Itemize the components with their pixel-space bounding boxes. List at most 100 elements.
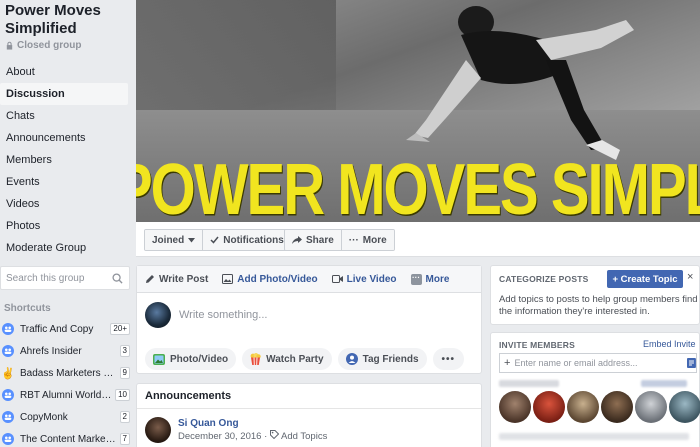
shortcut-item[interactable]: ✌ Badass Marketers & ... 9	[1, 362, 130, 384]
nav-item-videos[interactable]: Videos	[0, 193, 128, 215]
member-avatar[interactable]	[499, 391, 531, 423]
group-name[interactable]: Power Moves Simplified	[5, 2, 133, 38]
joined-label: Joined	[152, 234, 185, 246]
share-more-controls: Share ··· More	[284, 229, 395, 251]
add-topics-link[interactable]: Add Topics	[281, 431, 327, 442]
share-icon	[292, 236, 302, 244]
group-privacy: Closed group	[5, 40, 81, 51]
member-avatar[interactable]	[601, 391, 633, 423]
pencil-icon	[146, 275, 154, 283]
shortcut-label: RBT Alumni Worldw...	[20, 389, 113, 401]
author-avatar[interactable]	[145, 417, 171, 443]
photo-icon	[222, 274, 234, 284]
cover-photo[interactable]: POWER MOVES SIMPLIFIED	[136, 0, 700, 222]
post-header: Si Quan Ong December 30, 2016 · Add Topi…	[178, 417, 327, 443]
tag-friends-icon	[345, 353, 358, 365]
shortcut-item[interactable]: RBT Alumni Worldw... 10	[2, 384, 130, 406]
nav-item-chats[interactable]: Chats	[0, 105, 128, 127]
member-avatar[interactable]	[669, 391, 700, 423]
post-author[interactable]: Si Quan Ong	[178, 417, 327, 430]
group-nav: About Discussion Chats Announcements Mem…	[0, 61, 128, 259]
tab-add-photo-video-label: Add Photo/Video	[237, 273, 318, 285]
joined-button[interactable]: Joined	[145, 230, 203, 250]
shortcut-item[interactable]: CopyMonk 2	[2, 406, 130, 428]
close-icon[interactable]: ×	[687, 271, 693, 283]
invite-input-box: +	[499, 353, 697, 373]
member-avatar[interactable]	[533, 391, 565, 423]
tab-add-photo-video[interactable]: Add Photo/Video	[222, 273, 318, 285]
nav-item-events[interactable]: Events	[0, 171, 128, 193]
tab-live-video-label: Live Video	[346, 273, 397, 285]
group-search	[0, 266, 130, 290]
shortcut-badge: 2	[119, 411, 130, 423]
invite-members-card: INVITE MEMBERS Embed Invite +	[490, 332, 700, 447]
composer-actions: Photo/Video Watch Party Tag Friends •••	[145, 348, 465, 370]
tag-friends-button[interactable]: Tag Friends	[337, 348, 427, 370]
dancer-figure	[406, 6, 634, 160]
shortcuts-list: Traffic And Copy 20+ Ahrefs Insider 3 ✌ …	[1, 318, 130, 447]
more-actions-button[interactable]: •••	[432, 348, 465, 370]
more-button[interactable]: ··· More	[340, 230, 394, 250]
create-topic-button[interactable]: + Create Topic	[607, 270, 683, 288]
post-composer: Write Post Add Photo/Video Live Video ··…	[136, 265, 482, 374]
video-camera-icon	[331, 275, 343, 283]
member-avatar[interactable]	[567, 391, 599, 423]
tab-more[interactable]: ··· More	[410, 273, 449, 285]
members-count-blurred	[499, 380, 559, 387]
shortcut-badge: 3	[119, 345, 130, 357]
composer-body	[137, 293, 481, 337]
nav-item-moderate-group[interactable]: Moderate Group	[0, 237, 128, 259]
shortcut-label: Badass Marketers & ...	[20, 367, 117, 379]
composer-tabs: Write Post Add Photo/Video Live Video ··…	[137, 266, 481, 293]
tag-friends-label: Tag Friends	[362, 353, 419, 365]
membership-controls: Joined Notifications	[144, 229, 292, 251]
plus-icon: +	[504, 357, 511, 369]
watch-party-button[interactable]: Watch Party	[242, 348, 332, 370]
nav-item-about[interactable]: About	[0, 61, 128, 83]
group-icon	[2, 389, 14, 401]
tab-write-post[interactable]: Write Post	[145, 274, 208, 285]
search-icon[interactable]	[112, 273, 123, 284]
left-sidebar: Power Moves Simplified Closed group Abou…	[0, 0, 134, 447]
tab-live-video[interactable]: Live Video	[331, 273, 397, 285]
invite-input[interactable]	[514, 358, 684, 368]
member-avatar[interactable]	[635, 391, 667, 423]
watch-party-label: Watch Party	[266, 353, 324, 365]
ellipsis-icon: ···	[348, 234, 359, 246]
more-dots-icon: ···	[410, 273, 422, 285]
embed-invite-link[interactable]: Embed Invite	[643, 339, 696, 349]
notifications-button[interactable]: Notifications	[202, 230, 291, 250]
photo-icon	[153, 353, 165, 365]
nav-item-photos[interactable]: Photos	[0, 215, 128, 237]
shortcut-badge: 10	[115, 389, 130, 401]
shortcut-badge: 9	[119, 367, 130, 379]
post-date[interactable]: December 30, 2016	[178, 431, 261, 442]
group-icon	[2, 345, 14, 357]
shortcut-item[interactable]: Ahrefs Insider 3	[2, 340, 130, 362]
shortcut-item[interactable]: Traffic And Copy 20+	[2, 318, 130, 340]
invite-title: INVITE MEMBERS	[499, 340, 576, 350]
composer-input[interactable]	[179, 309, 439, 321]
photo-video-label: Photo/Video	[170, 353, 229, 365]
nav-item-discussion[interactable]: Discussion	[0, 83, 128, 105]
group-search-input[interactable]	[6, 272, 106, 284]
announcement-post: Si Quan Ong December 30, 2016 · Add Topi…	[145, 417, 327, 443]
announcements-title: Announcements	[137, 384, 481, 409]
contact-book-icon	[687, 358, 696, 368]
cover-action-bar: Joined Notifications Share ··· More	[136, 222, 700, 257]
categorize-posts-card: CATEGORIZE POSTS + Create Topic × Add to…	[490, 265, 700, 325]
nav-item-members[interactable]: Members	[0, 149, 128, 171]
photo-video-button[interactable]: Photo/Video	[145, 348, 237, 370]
shortcut-item[interactable]: The Content Marketi... 7	[2, 428, 130, 447]
shortcut-label: Traffic And Copy	[20, 323, 94, 335]
ellipsis-icon: •••	[441, 353, 456, 365]
group-icon	[2, 433, 14, 445]
lock-icon	[6, 41, 13, 50]
user-avatar[interactable]	[145, 302, 171, 328]
share-button[interactable]: Share	[285, 230, 341, 250]
cover-banner-text: POWER MOVES SIMPLIFIED	[136, 149, 700, 222]
notifications-label: Notifications	[223, 234, 284, 246]
group-icon	[2, 411, 14, 423]
group-icon	[2, 323, 14, 335]
nav-item-announcements[interactable]: Announcements	[0, 127, 128, 149]
